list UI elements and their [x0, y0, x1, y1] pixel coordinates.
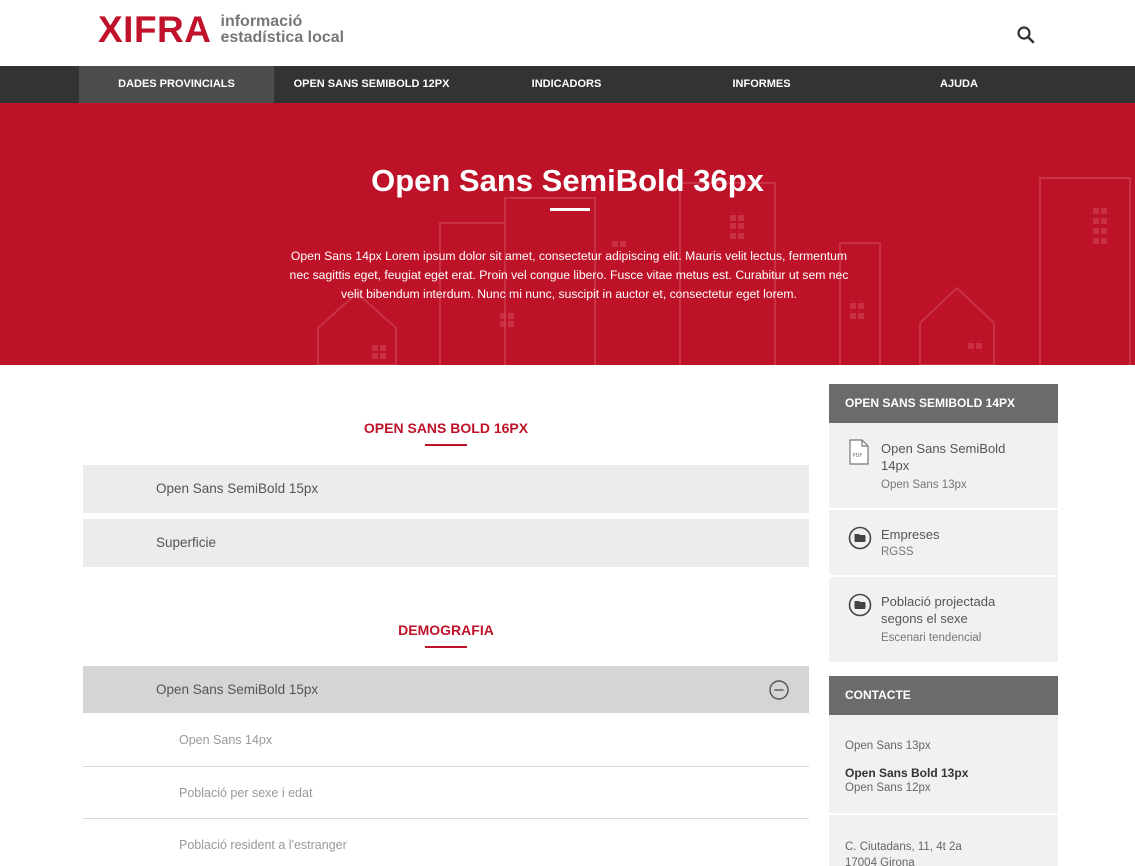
- hero-banner: Open Sans SemiBold 36px Open Sans 14px L…: [0, 103, 1135, 365]
- sidebar-doc-poblacio-subtitle: Escenari tendencial: [881, 632, 982, 644]
- sidebar-contact-header: CONTACTE: [829, 676, 1058, 715]
- sidebar-doc-empreses-subtitle: RGSS: [881, 546, 914, 558]
- main-nav: DADES PROVINCIALS OPEN SANS SEMIBOLD 12P…: [0, 66, 1135, 103]
- pdf-icon: PDF: [849, 439, 869, 465]
- sidebar-doc-poblacio-title: Població projectada segons el sexe: [881, 593, 995, 627]
- logo-mark: XIFRA: [98, 9, 212, 50]
- hero-description-line1: Open Sans 14px Lorem ipsum dolor sit ame…: [290, 249, 848, 263]
- logo-tagline: informació estadística local: [221, 14, 345, 46]
- nav-item-informes[interactable]: INFORMES: [664, 66, 859, 103]
- nav-item-indicadors[interactable]: INDICADORS: [469, 66, 664, 103]
- logo[interactable]: XIFRA informació estadística local: [98, 11, 344, 49]
- nav-item-open-sans[interactable]: OPEN SANS SEMIBOLD 12PX: [274, 66, 469, 103]
- sidebar-doc-empreses-title: Empreses: [881, 527, 940, 542]
- sub-item-poblacio-estranger[interactable]: Població resident a l'estranger: [83, 819, 809, 866]
- search-icon[interactable]: [1015, 24, 1037, 46]
- hero-title: Open Sans SemiBold 36px: [371, 163, 764, 198]
- sidebar-doc-poblacio-title-line2: segons el sexe: [881, 611, 968, 626]
- logo-tagline-line1: informació: [220, 13, 303, 30]
- sidebar-contact-box: Open Sans 13px Open Sans Bold 13px Open …: [829, 715, 1058, 866]
- sidebar-doc-poblacio-title-line1: Població projectada: [881, 594, 996, 609]
- accordion-item[interactable]: Open Sans SemiBold 15px: [83, 465, 809, 513]
- city-skyline-background: [317, 177, 1131, 365]
- contact-address-city: 17004 Girona: [845, 857, 915, 866]
- section-title-2-underline: [425, 646, 467, 648]
- nav-item-dades-provincials[interactable]: DADES PROVINCIALS: [79, 66, 274, 103]
- hero-description-line2: nec sagittis eget, feugiat eget erat. Pr…: [289, 268, 849, 282]
- section-title-1-underline: [425, 444, 467, 446]
- hero-description: Open Sans 14px Lorem ipsum dolor sit ame…: [255, 247, 883, 304]
- logo-tagline-line2: estadística local: [220, 29, 345, 46]
- sidebar-divider: [829, 813, 1058, 815]
- nav-item-ajuda[interactable]: AJUDA: [859, 66, 1059, 103]
- section-title-1: OPEN SANS BOLD 16PX: [363, 420, 529, 436]
- collapse-minus-icon[interactable]: [768, 679, 790, 701]
- sidebar-docs-header: OPEN SANS SEMIBOLD 14PX: [829, 384, 1058, 423]
- section-title-demografia: DEMOGRAFIA: [398, 622, 494, 638]
- svg-text:PDF: PDF: [853, 453, 863, 459]
- contact-line: Open Sans 13px: [845, 740, 931, 752]
- sidebar-doc-title: Open Sans SemiBold 14px: [881, 440, 1005, 474]
- folder-icon: [848, 593, 872, 617]
- sidebar-docs-list: PDF Open Sans SemiBold 14px Open Sans 13…: [829, 423, 1058, 662]
- contact-address: C. Ciutadans, 11, 4t 2a: [845, 841, 962, 853]
- folder-icon: [848, 526, 872, 550]
- sidebar-doc-pdf[interactable]: PDF Open Sans SemiBold 14px Open Sans 13…: [829, 423, 1058, 508]
- contact-line-2: Open Sans 12px: [845, 782, 931, 794]
- sidebar-doc-poblacio[interactable]: Població projectada segons el sexe Escen…: [829, 577, 1058, 662]
- accordion-item-superficie[interactable]: Superficie: [83, 519, 809, 567]
- sidebar-doc-empreses[interactable]: Empreses RGSS: [829, 510, 1058, 575]
- sub-item[interactable]: Open Sans 14px: [83, 714, 809, 766]
- sidebar-doc-title-line2: 14px: [881, 458, 910, 473]
- sub-item-poblacio-sexe-edat[interactable]: Població per sexe i edat: [83, 767, 809, 819]
- hero-description-line3: velit bibendum interdum. Nunc mi nunc, s…: [341, 287, 797, 301]
- sidebar-doc-subtitle: Open Sans 13px: [881, 479, 967, 491]
- site-header: XIFRA informació estadística local: [0, 0, 1135, 66]
- contact-name: Open Sans Bold 13px: [845, 766, 969, 780]
- accordion-item-open[interactable]: Open Sans SemiBold 15px: [83, 666, 809, 713]
- hero-title-underline: [550, 208, 590, 211]
- sidebar-doc-title-line1: Open Sans SemiBold: [881, 441, 1006, 456]
- accordion-item-open-label: Open Sans SemiBold 15px: [156, 682, 319, 697]
